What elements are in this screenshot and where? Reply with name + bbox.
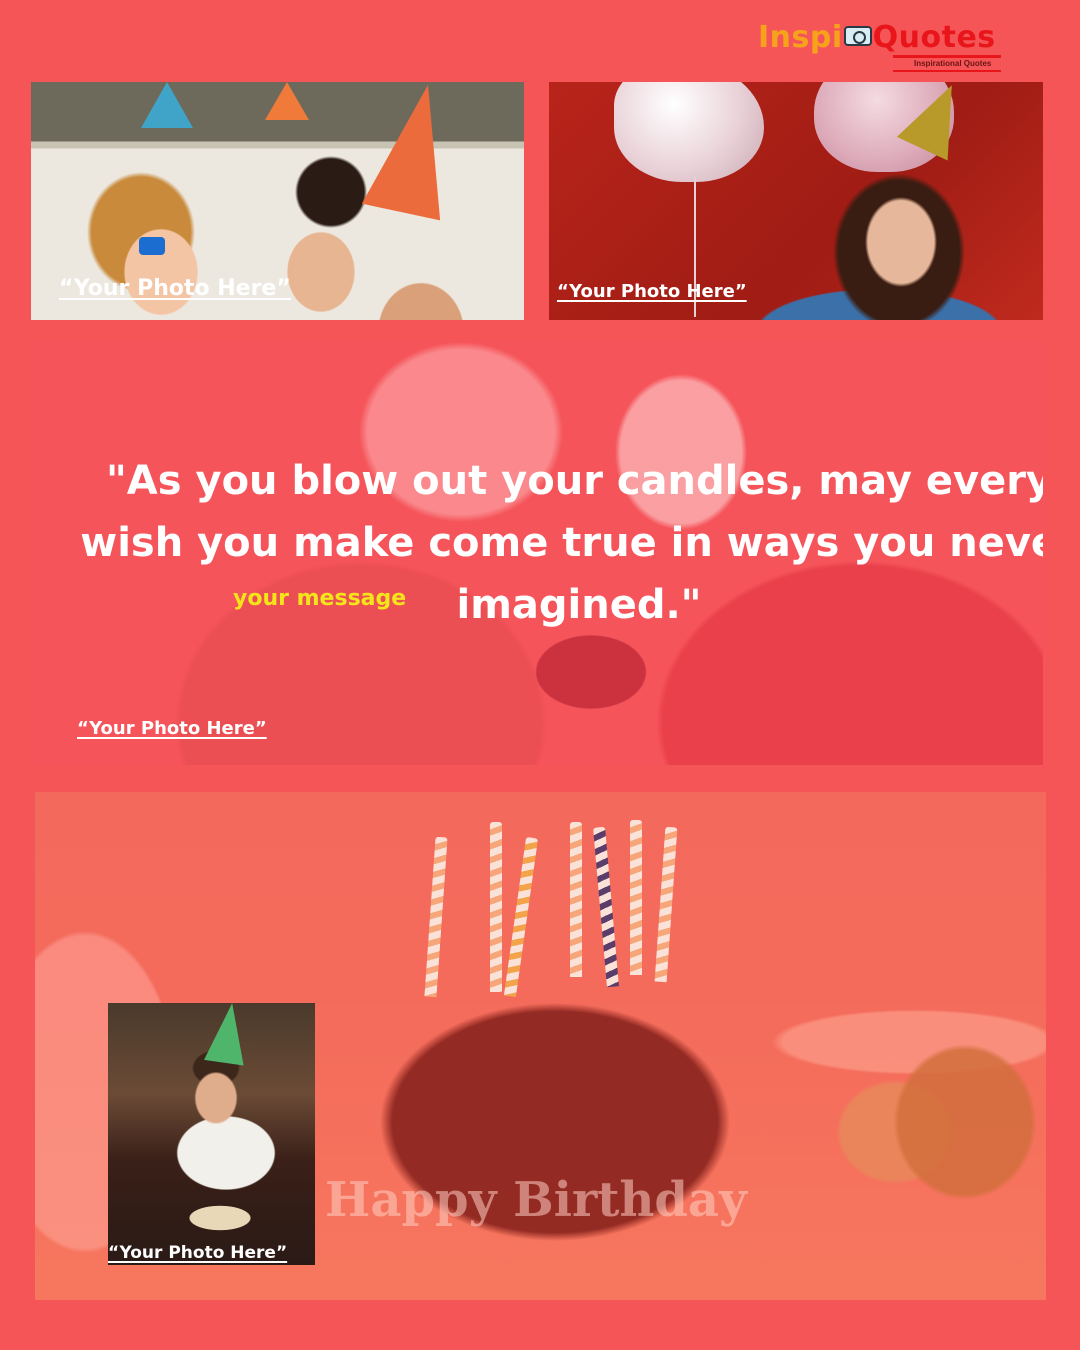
quote-line: wish you make come true in ways you neve… [80,520,1043,566]
logo-underline-bottom [893,70,1001,72]
photo-placeholder-caption[interactable]: “Your Photo Here” [77,718,267,739]
party-hat [265,82,309,120]
logo-wordmark: Inspi Quotes [758,20,996,56]
your-message-label[interactable]: your message [233,586,406,611]
camera-icon [843,26,872,46]
photo-kids-party: “Your Photo Here” [31,82,524,320]
logo-part-a: Inspi [758,20,843,55]
quote-line: "As you blow out your candles, may every [105,458,1043,504]
photo-placeholder-caption[interactable]: “Your Photo Here” [557,281,747,302]
photo-placeholder-caption[interactable]: “Your Photo Here” [59,276,291,301]
quote-text: "As you blow out your candles, may every… [79,450,1043,636]
quote-line: imagined." [456,582,702,628]
party-blower [139,237,165,255]
photo-woman-balloons: “Your Photo Here” [549,82,1043,320]
party-hat [204,1003,252,1066]
candle [503,836,539,998]
logo-tagline: Inspirational Quotes [914,59,992,68]
candle [570,822,582,977]
logo-underline-top [893,55,1001,58]
quote-panel: "As you blow out your candles, may every… [31,342,1043,765]
photo-man-blowing-candles: “Your Photo Here” [108,1003,315,1265]
happy-birthday-overlay: Happy Birthday [325,1172,747,1228]
candle [630,820,642,975]
logo[interactable]: Inspi Quotes Inspirational Quotes [758,20,1008,72]
candle [490,822,502,992]
candle [593,826,619,988]
logo-part-b: Quotes [872,20,996,55]
photo-placeholder-caption[interactable]: “Your Photo Here” [108,1243,287,1263]
candle [424,836,448,998]
candle [654,826,678,983]
star-balloon [614,82,764,182]
party-hat [361,82,468,221]
party-hat [141,82,193,128]
